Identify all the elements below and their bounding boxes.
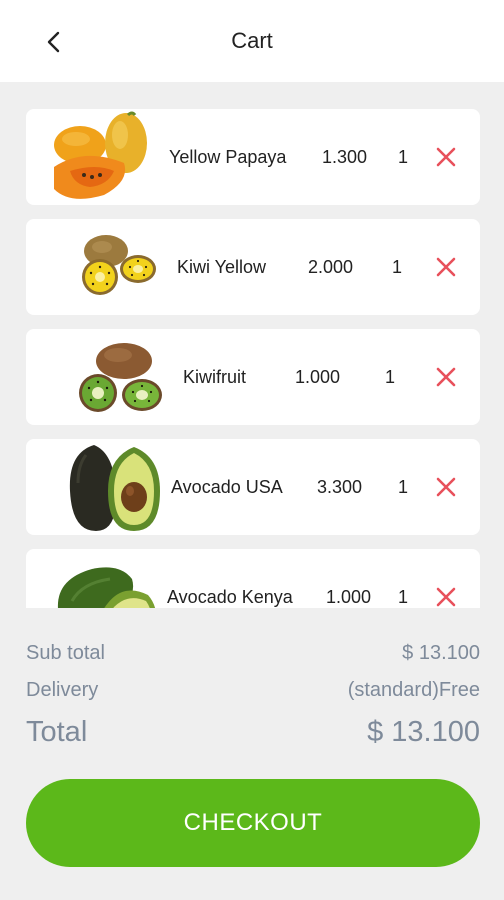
item-price: 1.000 [295, 367, 341, 387]
cart-item: Avocado Kenya 1.000 1 [26, 549, 480, 608]
delivery-label: Delivery [26, 679, 99, 701]
remove-item-button[interactable] [434, 585, 458, 608]
total-value: $ 13.100 [367, 716, 480, 748]
cart-item: Kiwifruit 1.000 1 [26, 329, 480, 425]
item-price: 2.000 [308, 257, 354, 277]
item-quantity: 1 [398, 147, 409, 167]
item-name: Avocado Kenya [167, 587, 293, 607]
subtotal-label: Sub total [26, 642, 105, 664]
yellow-kiwi-image [82, 235, 156, 295]
remove-item-button[interactable] [434, 365, 458, 389]
item-name: Yellow Papaya [169, 147, 287, 167]
item-quantity: 1 [398, 477, 409, 497]
cart-list[interactable]: Yellow Papaya 1.300 1 Kiwi Yellow 2.000 … [0, 82, 504, 608]
subtotal-value: $ 13.100 [402, 642, 480, 664]
item-price: 1.000 [326, 587, 372, 607]
remove-item-button[interactable] [434, 145, 458, 169]
avocado-usa-image [69, 445, 160, 531]
papaya-image [54, 111, 147, 199]
item-price: 3.300 [317, 477, 363, 497]
item-quantity: 1 [392, 257, 403, 277]
item-name: Kiwifruit [183, 367, 247, 387]
cart-item: Avocado USA 3.300 1 [26, 439, 480, 535]
item-quantity: 1 [385, 367, 396, 387]
delivery-value: (standard)Free [347, 679, 480, 701]
total-label: Total [26, 716, 88, 748]
checkout-button[interactable]: CHECKOUT [26, 779, 480, 867]
app-header: Cart [0, 0, 504, 82]
item-name: Kiwi Yellow [177, 257, 267, 277]
kiwifruit-image [79, 343, 162, 412]
item-quantity: 1 [398, 587, 409, 607]
avocado-kenya-image [58, 567, 156, 608]
page-title: Cart [231, 28, 273, 53]
item-price: 1.300 [322, 147, 368, 167]
cart-item: Yellow Papaya 1.300 1 [26, 109, 480, 205]
item-name: Avocado USA [171, 477, 283, 497]
cart-item: Kiwi Yellow 2.000 1 [26, 219, 480, 315]
remove-item-button[interactable] [434, 475, 458, 499]
remove-item-button[interactable] [434, 255, 458, 279]
